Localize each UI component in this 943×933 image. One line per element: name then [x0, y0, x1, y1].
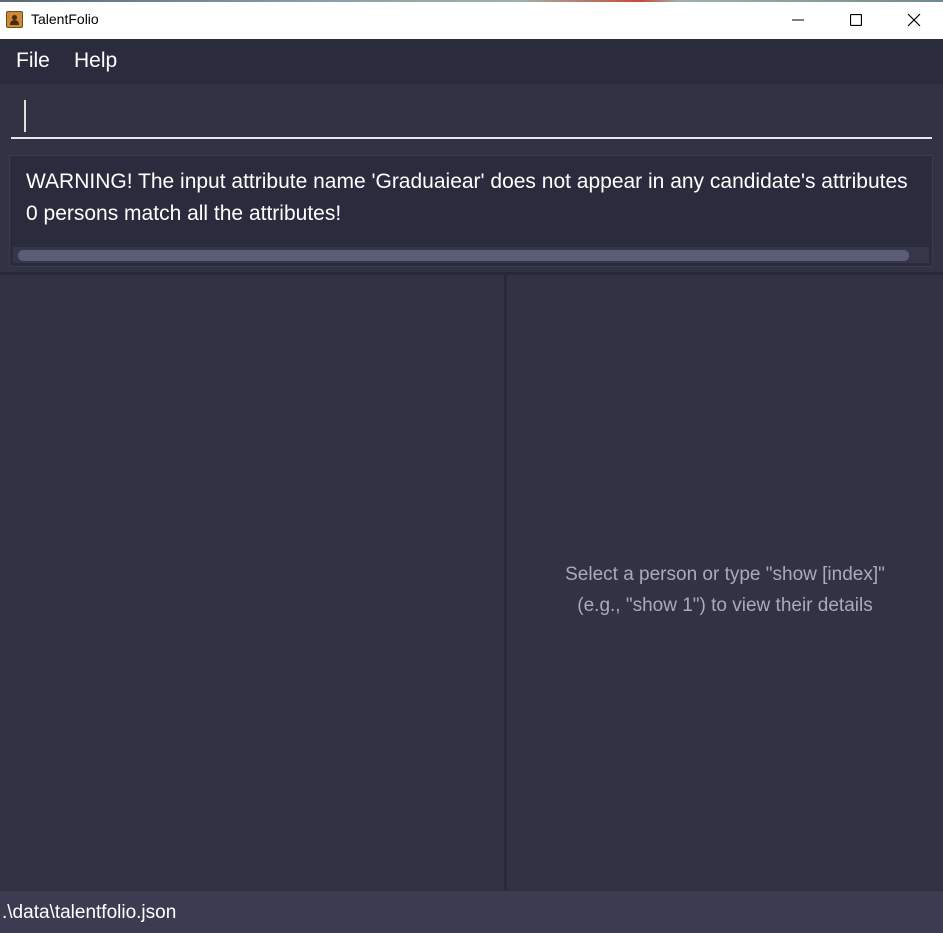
- result-warning-line: WARNING! The input attribute name 'Gradu…: [26, 170, 908, 193]
- person-list-panel[interactable]: [0, 275, 504, 890]
- maximize-icon: [850, 13, 862, 26]
- status-bar: .\data\talentfolio.json: [0, 890, 943, 933]
- data-file-path: .\data\talentfolio.json: [2, 902, 177, 923]
- scrollbar-thumb[interactable]: [18, 250, 909, 261]
- command-box: [0, 84, 943, 149]
- maximize-button[interactable]: [827, 0, 885, 39]
- close-button[interactable]: [885, 0, 943, 39]
- person-detail-panel: Select a person or type "show [index]" (…: [507, 275, 943, 890]
- window-title: TalentFolio: [31, 11, 99, 27]
- horizontal-scrollbar[interactable]: [13, 247, 929, 263]
- command-input[interactable]: [11, 94, 932, 139]
- result-display: WARNING! The input attribute name 'Gradu…: [9, 155, 933, 267]
- menu-bar: File Help: [0, 39, 943, 84]
- minimize-icon: [792, 19, 804, 20]
- minimize-button[interactable]: [769, 0, 827, 39]
- title-bar: TalentFolio: [0, 0, 943, 39]
- close-icon: [907, 13, 921, 26]
- placeholder-line-1: Select a person or type "show [index]": [565, 564, 885, 585]
- placeholder-line-2: (e.g., "show 1") to view their details: [577, 595, 873, 616]
- text-caret: [24, 100, 26, 132]
- result-count-line: 0 persons match all the attributes!: [26, 202, 342, 225]
- detail-placeholder: Select a person or type "show [index]" (…: [507, 559, 943, 621]
- menu-file[interactable]: File: [16, 49, 50, 73]
- app-icon: [6, 11, 23, 28]
- menu-help[interactable]: Help: [74, 49, 117, 73]
- result-text: WARNING! The input attribute name 'Gradu…: [26, 166, 932, 230]
